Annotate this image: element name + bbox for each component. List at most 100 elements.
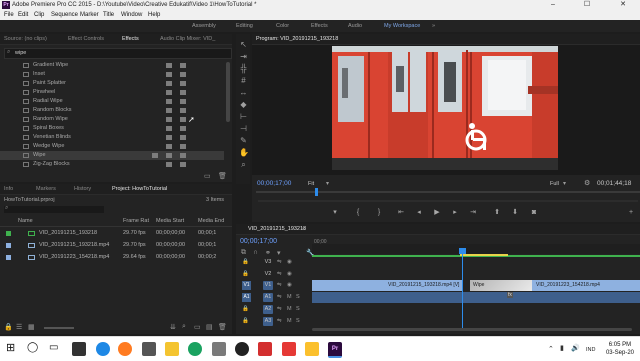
column-media-start[interactable]: Media Start: [156, 218, 184, 224]
search-icon[interactable]: ◯: [27, 342, 38, 353]
project-row[interactable]: VID_20191223_154218.mp4 29.64 fps 00;00;…: [0, 251, 230, 263]
slip-tool-icon[interactable]: ⊢: [239, 112, 248, 121]
firefox-icon[interactable]: [118, 342, 132, 356]
tab-audio-clip-mixer[interactable]: Audio Clip Mixer: VID_: [160, 36, 215, 42]
close-tab-icon[interactable]: ≡: [302, 226, 305, 232]
menu-sequence[interactable]: Sequence: [51, 12, 78, 18]
minimize-icon[interactable]: –: [540, 0, 566, 10]
effect-item[interactable]: Venetian Blinds: [0, 133, 224, 142]
time-ruler[interactable]: [312, 244, 640, 254]
workspace-audio[interactable]: Audio: [348, 23, 362, 29]
workspace-assembly[interactable]: Assembly: [192, 23, 216, 29]
tab-effects[interactable]: Effects: [122, 36, 139, 42]
mute-icon[interactable]: M: [287, 318, 292, 324]
source-patch-a1[interactable]: A1: [242, 293, 251, 302]
effect-item[interactable]: Gradient Wipe: [0, 61, 224, 70]
workspace-my-workspace[interactable]: My Workspace: [384, 23, 420, 29]
effect-item[interactable]: Pinwheel: [0, 88, 224, 97]
language-indicator[interactable]: IND: [586, 347, 595, 353]
effect-item[interactable]: Spiral Boxes: [0, 124, 224, 133]
playback-resolution-dropdown[interactable]: Full: [550, 181, 559, 187]
video-clip[interactable]: VID_20191223_154218.mp4: [532, 280, 640, 291]
timeline-playhead[interactable]: [459, 248, 466, 254]
project-row[interactable]: VID_20191215_193218 29.70 fps 00;00;00;0…: [0, 227, 230, 239]
add-marker-icon[interactable]: ▾: [330, 208, 340, 217]
nest-icon[interactable]: ⧉: [241, 249, 246, 257]
maximize-icon[interactable]: ☐: [574, 0, 600, 10]
pen-tool-icon[interactable]: ✎: [239, 136, 248, 145]
new-item-icon[interactable]: ▤: [206, 323, 213, 331]
eye-icon[interactable]: ◉: [287, 282, 292, 288]
lock-icon[interactable]: 🔒: [242, 318, 249, 324]
taskbar-app-icon[interactable]: [282, 342, 296, 356]
tab-markers[interactable]: Markers: [36, 186, 56, 192]
hand-tool-icon[interactable]: ✋: [239, 148, 249, 157]
timeline-sequence-tab[interactable]: VID_20191215_193218: [248, 226, 306, 232]
selection-tool-icon[interactable]: ↖: [239, 40, 248, 49]
slide-tool-icon[interactable]: ⊣: [239, 124, 248, 133]
project-search-input[interactable]: ⌕: [4, 205, 104, 213]
rolling-edit-tool-icon[interactable]: #: [239, 76, 248, 85]
lift-icon[interactable]: ⬆: [492, 208, 502, 217]
effect-item[interactable]: Wedge Wipe: [0, 142, 224, 151]
taskbar-app-icon[interactable]: [72, 342, 86, 356]
effect-item[interactable]: Inset: [0, 70, 224, 79]
effect-item[interactable]: Radial Wipe: [0, 97, 224, 106]
new-bin-icon[interactable]: ▭: [204, 172, 211, 180]
lock-icon[interactable]: 🔒: [242, 271, 249, 277]
video-clip[interactable]: VID_20191215_193218.mp4 [V]: [312, 280, 462, 291]
program-playhead[interactable]: [315, 188, 318, 196]
taskbar-app-icon[interactable]: [212, 342, 226, 356]
solo-icon[interactable]: S: [296, 294, 300, 300]
effect-item[interactable]: Paint Splatter: [0, 79, 224, 88]
menu-marker[interactable]: Marker: [80, 12, 99, 18]
linked-selection-icon[interactable]: ⚭: [265, 249, 271, 257]
menu-edit[interactable]: Edit: [18, 12, 28, 18]
tab-history[interactable]: History: [74, 186, 91, 192]
program-title[interactable]: Program: VID_20191215_193218: [256, 36, 338, 42]
find-icon[interactable]: ⌕: [182, 323, 186, 331]
project-row[interactable]: VID_20191215_193218.mp4 29.70 fps 00;00;…: [0, 239, 230, 251]
audio-clip[interactable]: [312, 292, 462, 303]
tab-effect-controls[interactable]: Effect Controls: [68, 36, 104, 42]
taskbar-clock[interactable]: 6:05 PM 03-Sep-20: [606, 341, 634, 357]
store-icon[interactable]: [142, 342, 156, 356]
program-zoom-bar[interactable]: [258, 200, 638, 202]
mute-icon[interactable]: M: [287, 294, 292, 300]
effect-item[interactable]: Zig-Zag Blocks: [0, 160, 224, 169]
menu-help[interactable]: Help: [148, 12, 160, 18]
trash-icon[interactable]: 🗑: [218, 323, 227, 331]
menu-clip[interactable]: Clip: [34, 12, 44, 18]
sync-lock-icon[interactable]: ⇋: [277, 294, 282, 300]
mark-out-icon[interactable]: }: [374, 208, 384, 217]
wipe-transition[interactable]: Wipe: [470, 280, 532, 291]
effects-search-input[interactable]: wipe: [15, 50, 26, 56]
column-name[interactable]: Name: [18, 218, 33, 224]
mark-in-icon[interactable]: {: [353, 208, 363, 217]
effects-scrollbar[interactable]: [226, 62, 230, 122]
list-view-icon[interactable]: ☰: [16, 323, 22, 331]
tab-info[interactable]: Info: [4, 186, 13, 192]
rate-stretch-tool-icon[interactable]: ↔: [239, 88, 248, 97]
tab-source[interactable]: Source: (no clips): [4, 36, 47, 42]
snap-icon[interactable]: ∩: [253, 249, 258, 256]
close-icon[interactable]: ✕: [610, 0, 636, 10]
timeline-playhead-line[interactable]: [462, 250, 463, 330]
network-icon[interactable]: ▮: [560, 344, 564, 352]
solo-icon[interactable]: S: [296, 318, 300, 324]
source-patch-v1[interactable]: V1: [242, 281, 251, 290]
sync-lock-icon[interactable]: ⇋: [277, 318, 282, 324]
go-to-in-icon[interactable]: ⇤: [396, 208, 406, 217]
file-explorer-icon[interactable]: [165, 342, 179, 356]
menu-file[interactable]: File: [4, 12, 14, 18]
step-forward-icon[interactable]: ▸: [450, 208, 460, 217]
program-timecode[interactable]: 00;00;17;00: [257, 180, 291, 187]
play-icon[interactable]: ▶: [432, 208, 442, 217]
mute-icon[interactable]: M: [287, 306, 292, 312]
extract-icon[interactable]: ⬇: [510, 208, 520, 217]
plus-icon[interactable]: +: [626, 208, 636, 217]
sync-lock-icon[interactable]: ⇋: [277, 259, 282, 265]
razor-tool-icon[interactable]: ◆: [239, 100, 248, 109]
volume-icon[interactable]: 🔊: [571, 344, 580, 352]
track-select-tool-icon[interactable]: ⇥: [239, 52, 248, 61]
